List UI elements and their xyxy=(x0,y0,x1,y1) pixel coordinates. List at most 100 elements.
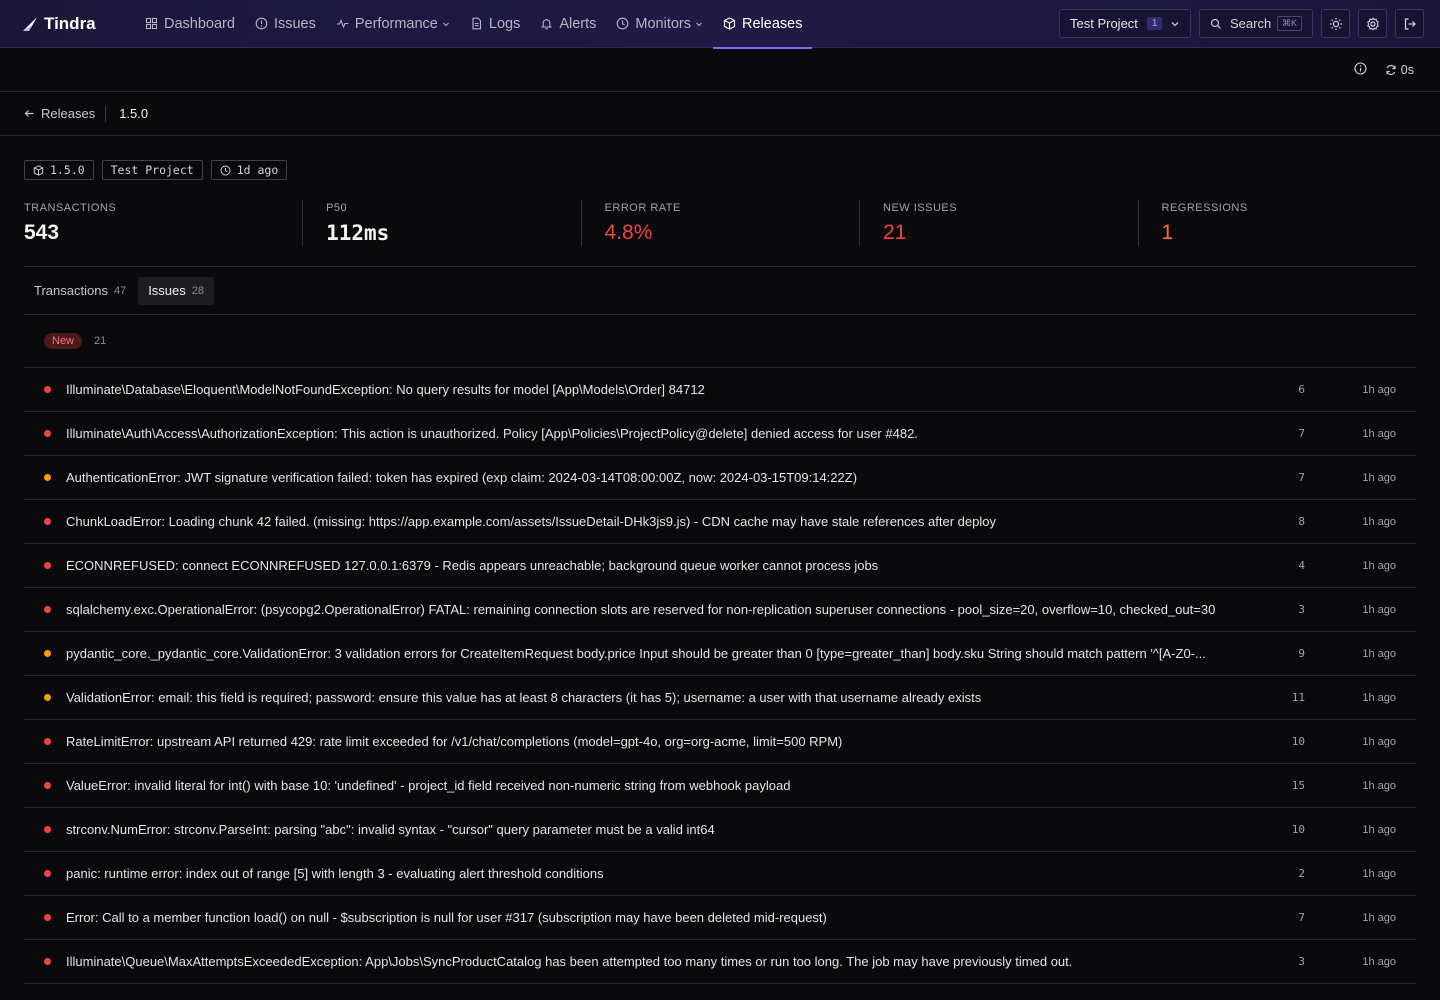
issue-group-header: New 21 xyxy=(24,315,1416,368)
issue-row[interactable]: RateLimitError: upstream API returned 42… xyxy=(24,720,1416,764)
issue-count: 7 xyxy=(1298,427,1305,440)
issue-count: 11 xyxy=(1291,691,1305,704)
issue-row[interactable]: panic: runtime error: index out of range… xyxy=(24,852,1416,896)
issue-title: sqlalchemy.exc.OperationalError: (psycop… xyxy=(66,602,1216,617)
severity-dot xyxy=(44,386,51,393)
release-tag: 1.5.0 xyxy=(24,160,94,180)
issue-last-seen: 1h ago xyxy=(1362,647,1396,660)
logout-icon xyxy=(1404,17,1416,30)
issue-title: ValueError: invalid literal for int() wi… xyxy=(66,778,791,793)
issue-row[interactable]: ValidationError: email: this field is re… xyxy=(24,676,1416,720)
file-text-icon xyxy=(470,17,483,30)
severity-dot xyxy=(44,782,51,789)
clock-icon xyxy=(616,17,629,30)
tab-count: 47 xyxy=(113,284,127,297)
issue-last-seen: 1h ago xyxy=(1362,955,1396,968)
nav-dashboard[interactable]: Dashboard xyxy=(135,0,245,48)
tab-count: 28 xyxy=(191,284,205,297)
issue-count: 6 xyxy=(1298,383,1305,396)
issue-title: Error: Call to a member function load() … xyxy=(66,910,827,925)
issue-title: AuthenticationError: JWT signature verif… xyxy=(66,470,858,485)
theme-toggle-button[interactable] xyxy=(1321,9,1350,38)
chevron-down-icon xyxy=(442,20,450,28)
brand-logo[interactable]: Tindra xyxy=(20,14,135,34)
stat-transactions: TRANSACTIONS 543 xyxy=(24,200,302,246)
refresh-button[interactable]: 0s xyxy=(1385,63,1414,77)
issue-row[interactable]: strconv.NumError: strconv.ParseInt: pars… xyxy=(24,808,1416,852)
breadcrumb: Releases 1.5.0 xyxy=(0,92,1440,136)
info-icon[interactable] xyxy=(1354,62,1367,78)
issue-last-seen: 1h ago xyxy=(1362,383,1396,396)
stat-label: REGRESSIONS xyxy=(1161,202,1248,214)
tab-issues[interactable]: Issues 28 xyxy=(138,276,215,305)
back-to-releases-link[interactable]: Releases xyxy=(24,106,95,121)
breadcrumb-current: 1.5.0 xyxy=(119,106,149,121)
issue-title: pydantic_core._pydantic_core.ValidationE… xyxy=(66,646,1206,661)
issue-row[interactable]: sqlalchemy.exc.OperationalError: (psycop… xyxy=(24,588,1416,632)
nav-releases[interactable]: Releases xyxy=(713,0,813,49)
release-stats: TRANSACTIONS 543 P50 112ms ERROR RATE 4.8% NEW… xyxy=(24,200,1416,267)
release-tabs: Transactions 47 Issues 28 xyxy=(24,267,1416,315)
issue-row[interactable]: Illuminate\Queue\MaxAttemptsExceededExce… xyxy=(24,940,1416,984)
issue-title: RateLimitError: upstream API returned 42… xyxy=(66,734,843,749)
issue-row[interactable]: ECONNREFUSED: connect ECONNREFUSED 127.0… xyxy=(24,544,1416,588)
stat-label: P50 xyxy=(326,202,348,214)
release-tag: 1d ago xyxy=(210,160,288,180)
issue-title: Illuminate\Database\Eloquent\ModelNotFou… xyxy=(66,382,705,397)
release-tag: Test Project xyxy=(101,160,203,180)
issue-count: 3 xyxy=(1298,955,1305,968)
tab-transactions[interactable]: Transactions 47 xyxy=(24,277,136,305)
stat-p50: P50 112ms xyxy=(302,200,580,246)
issue-row[interactable]: ChunkLoadError: Loading chunk 42 failed.… xyxy=(24,500,1416,544)
breadcrumb-back-label: Releases xyxy=(41,106,96,121)
search-button[interactable]: Search ⌘K xyxy=(1199,9,1313,38)
issue-count: 10 xyxy=(1291,735,1305,748)
header-actions: Test Project 1 Search ⌘K xyxy=(1059,9,1424,38)
nav-label: Issues xyxy=(273,15,316,32)
tindra-logo-icon xyxy=(23,16,37,31)
nav-logs[interactable]: Logs xyxy=(460,0,530,48)
project-select[interactable]: Test Project 1 xyxy=(1059,9,1191,38)
main-nav: Dashboard Issues Performance Logs Alerts Moni… xyxy=(135,0,813,49)
issue-count: 8 xyxy=(1298,515,1305,528)
issues-list: New 21 Illuminate\Database\Eloquent\Mode… xyxy=(24,315,1416,984)
issue-last-seen: 1h ago xyxy=(1362,779,1396,792)
settings-button[interactable] xyxy=(1358,9,1387,38)
issue-last-seen: 1h ago xyxy=(1362,427,1396,440)
nav-label: Releases xyxy=(742,15,803,32)
issue-title: ECONNREFUSED: connect ECONNREFUSED 127.0… xyxy=(66,558,879,573)
issue-row[interactable]: Illuminate\Database\Eloquent\ModelNotFou… xyxy=(24,368,1416,412)
issue-row[interactable]: AuthenticationError: JWT signature verif… xyxy=(24,456,1416,500)
issue-title: ChunkLoadError: Loading chunk 42 failed.… xyxy=(66,514,996,529)
logout-button[interactable] xyxy=(1395,9,1424,38)
severity-dot xyxy=(44,518,51,525)
severity-dot xyxy=(44,826,51,833)
search-label: Search xyxy=(1230,16,1272,31)
nav-label: Alerts xyxy=(559,15,597,32)
stat-regressions: REGRESSIONS 1 xyxy=(1137,200,1416,246)
stat-value: 1 xyxy=(1161,221,1174,244)
severity-dot xyxy=(44,738,51,745)
issue-count: 15 xyxy=(1291,779,1305,792)
issue-last-seen: 1h ago xyxy=(1362,691,1396,704)
issue-row[interactable]: ValueError: invalid literal for int() wi… xyxy=(24,764,1416,808)
nav-alerts[interactable]: Alerts xyxy=(530,0,606,48)
chevron-down-icon xyxy=(1170,19,1180,29)
tag-label: 1.5.0 xyxy=(50,163,85,177)
arrow-left-icon xyxy=(24,110,34,117)
breadcrumb-divider xyxy=(105,105,107,122)
severity-dot xyxy=(44,562,51,569)
nav-issues[interactable]: Issues xyxy=(245,0,326,48)
issue-row[interactable]: Illuminate\Auth\Access\AuthorizationExce… xyxy=(24,412,1416,456)
stat-label: TRANSACTIONS xyxy=(24,202,117,214)
nav-label: Dashboard xyxy=(164,15,235,32)
issue-count: 7 xyxy=(1298,471,1305,484)
issue-row[interactable]: Error: Call to a member function load() … xyxy=(24,896,1416,940)
issue-row[interactable]: pydantic_core._pydantic_core.ValidationE… xyxy=(24,632,1416,676)
stat-label: NEW ISSUES xyxy=(883,202,958,214)
nav-monitors[interactable]: Monitors xyxy=(606,0,713,48)
alert-circle-icon xyxy=(255,17,268,30)
issue-rows: Illuminate\Database\Eloquent\ModelNotFou… xyxy=(24,368,1416,984)
nav-performance[interactable]: Performance xyxy=(326,0,460,48)
tag-label: Test Project xyxy=(110,163,194,177)
